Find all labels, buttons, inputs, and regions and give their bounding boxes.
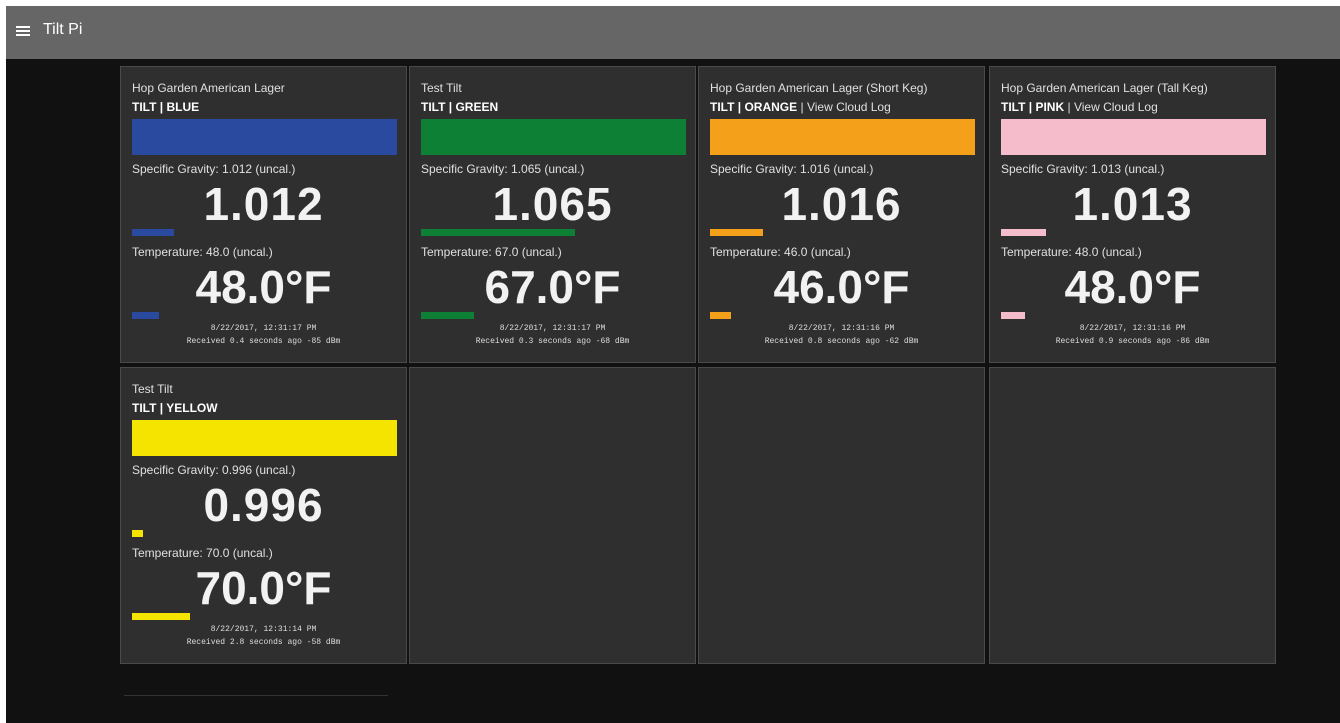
received-text: Received 2.8 seconds ago -58 dBm [186,638,341,647]
temperature-label: Temperature: 67.0 (uncal.) [421,245,562,259]
tilt-name: Hop Garden American Lager (Short Keg) [710,81,928,95]
tilt-card-blue: Hop Garden American Lager TILT | BLUE Spec… [120,66,407,363]
view-cloud-log-link[interactable]: View Cloud Log [1074,100,1158,114]
tilt-card-pink: Hop Garden American Lager (Tall Keg) TILT… [989,66,1276,363]
received-text: Received 0.9 seconds ago -86 dBm [1055,337,1210,346]
temperature-label: Temperature: 70.0 (uncal.) [132,546,273,560]
tilt-card-green: Test Tilt TILT | GREEN Specific Gravity: 1… [409,66,696,363]
specific-gravity-bar [1001,229,1046,236]
tilt-color-swatch [421,119,686,155]
timestamp-text: 8/22/2017, 12:31:17 PM [499,324,606,333]
tilt-card-orange: Hop Garden American Lager (Short Keg) TIL… [698,66,985,363]
specific-gravity-bar [421,229,575,236]
empty-card-slot [989,367,1276,664]
tilt-color-text: TILT | PINK [1001,100,1065,114]
temperature-bar [132,312,159,319]
empty-card-slot [409,367,696,664]
specific-gravity-bar [132,229,174,236]
tilt-name: Hop Garden American Lager (Tall Keg) [1001,81,1208,95]
tilt-name: Test Tilt [132,382,173,396]
specific-gravity-label: Specific Gravity: 1.065 (uncal.) [421,162,585,176]
specific-gravity-bar [132,530,143,537]
temperature-bar [421,312,474,319]
divider-line [124,695,388,696]
reading-timestamp: 8/22/2017, 12:31:17 PM Received 0.3 secon… [410,322,695,348]
tilt-color-label: TILT | GREEN [421,100,498,114]
temperature-label: Temperature: 48.0 (uncal.) [132,245,273,259]
tilt-color-swatch [1001,119,1266,155]
tilt-color-swatch [132,119,397,155]
temperature-bar [1001,312,1025,319]
tilt-color-label: TILT | YELLOW [132,401,218,415]
specific-gravity-label: Specific Gravity: 1.016 (uncal.) [710,162,874,176]
tilt-color-swatch [710,119,975,155]
reading-timestamp: 8/22/2017, 12:31:14 PM Received 2.8 secon… [121,623,406,649]
temperature-bar [710,312,731,319]
reading-timestamp: 8/22/2017, 12:31:17 PM Received 0.4 secon… [121,322,406,348]
hamburger-menu-icon[interactable] [16,24,32,40]
tilt-color-text: TILT | BLUE [132,100,200,114]
tilt-card-yellow: Test Tilt TILT | YELLOW Specific Gravity: … [120,367,407,664]
specific-gravity-value: 1.016 [781,178,902,230]
tilt-color-text: TILT | ORANGE [710,100,798,114]
specific-gravity-value: 0.996 [203,479,324,531]
received-text: Received 0.8 seconds ago -62 dBm [764,337,919,346]
app-title: Tilt Pi [43,21,83,38]
tilt-card-grid: Hop Garden American Lager TILT | BLUE Spec… [113,59,1276,664]
temperature-bar [132,613,190,620]
received-text: Received 0.3 seconds ago -68 dBm [475,337,630,346]
temperature-value: 67.0°F [484,261,621,313]
separator: | [1064,100,1074,114]
temperature-value: 70.0°F [195,562,332,614]
top-header-bar: Tilt Pi [6,6,1340,59]
specific-gravity-value: 1.013 [1072,178,1193,230]
tilt-name: Test Tilt [421,81,462,95]
tilt-color-label: TILT | PINK | View Cloud Log [1001,100,1158,114]
timestamp-text: 8/22/2017, 12:31:17 PM [210,324,317,333]
timestamp-text: 8/22/2017, 12:31:14 PM [210,625,317,634]
specific-gravity-label: Specific Gravity: 1.013 (uncal.) [1001,162,1165,176]
specific-gravity-label: Specific Gravity: 1.012 (uncal.) [132,162,296,176]
temperature-value: 48.0°F [195,261,332,313]
received-text: Received 0.4 seconds ago -85 dBm [186,337,341,346]
temperature-value: 48.0°F [1064,261,1201,313]
reading-timestamp: 8/22/2017, 12:31:16 PM Received 0.8 secon… [699,322,984,348]
temperature-label: Temperature: 48.0 (uncal.) [1001,245,1142,259]
tilt-color-label: TILT | ORANGE | View Cloud Log [710,100,891,114]
specific-gravity-bar [710,229,763,236]
temperature-label: Temperature: 46.0 (uncal.) [710,245,851,259]
tilt-color-text: TILT | YELLOW [132,401,218,415]
timestamp-text: 8/22/2017, 12:31:16 PM [1079,324,1186,333]
specific-gravity-label: Specific Gravity: 0.996 (uncal.) [132,463,296,477]
timestamp-text: 8/22/2017, 12:31:16 PM [788,324,895,333]
specific-gravity-value: 1.012 [203,178,324,230]
temperature-value: 46.0°F [773,261,910,313]
tilt-color-swatch [132,420,397,456]
view-cloud-log-link[interactable]: View Cloud Log [807,100,891,114]
empty-card-slot [698,367,985,664]
separator: | [797,100,807,114]
tilt-color-text: TILT | GREEN [421,100,499,114]
specific-gravity-value: 1.065 [492,178,613,230]
tilt-color-label: TILT | BLUE [132,100,199,114]
reading-timestamp: 8/22/2017, 12:31:16 PM Received 0.9 secon… [990,322,1275,348]
tilt-name: Hop Garden American Lager [132,81,285,95]
